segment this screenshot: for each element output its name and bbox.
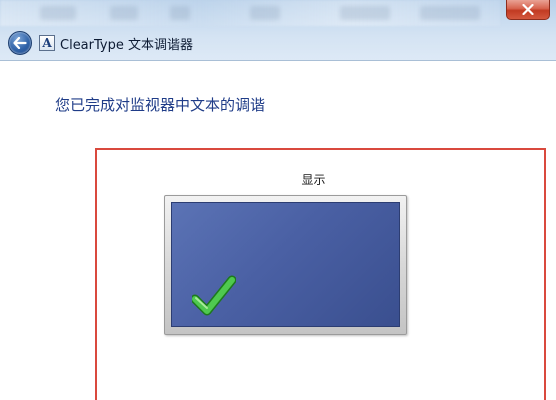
title-bar-glass: A ClearType 文本调谐器 [0, 0, 556, 61]
window-title: ClearType 文本调谐器 [60, 38, 193, 53]
blurred-background [250, 6, 280, 20]
blurred-background [110, 6, 138, 20]
cleartype-app-icon: A [39, 35, 55, 51]
blurred-background [340, 6, 390, 20]
blurred-background [420, 6, 480, 20]
monitor-screen [171, 202, 400, 327]
back-button[interactable] [8, 31, 32, 55]
blurred-background [40, 6, 76, 20]
display-label: 显示 [301, 173, 326, 187]
monitor-illustration [164, 195, 407, 335]
back-arrow-icon [13, 37, 27, 49]
display-frame: 显示 [95, 148, 546, 400]
page-heading: 您已完成对监视器中文本的调谐 [55, 96, 266, 114]
close-button[interactable] [506, 0, 550, 20]
checkmark-icon [192, 275, 236, 316]
cleartype-tuner-window: A ClearType 文本调谐器 您已完成对监视器中文本的调谐 显示 [0, 0, 556, 400]
blurred-background [170, 6, 190, 20]
wizard-content: 您已完成对监视器中文本的调谐 显示 [0, 61, 556, 400]
close-icon [522, 4, 534, 15]
